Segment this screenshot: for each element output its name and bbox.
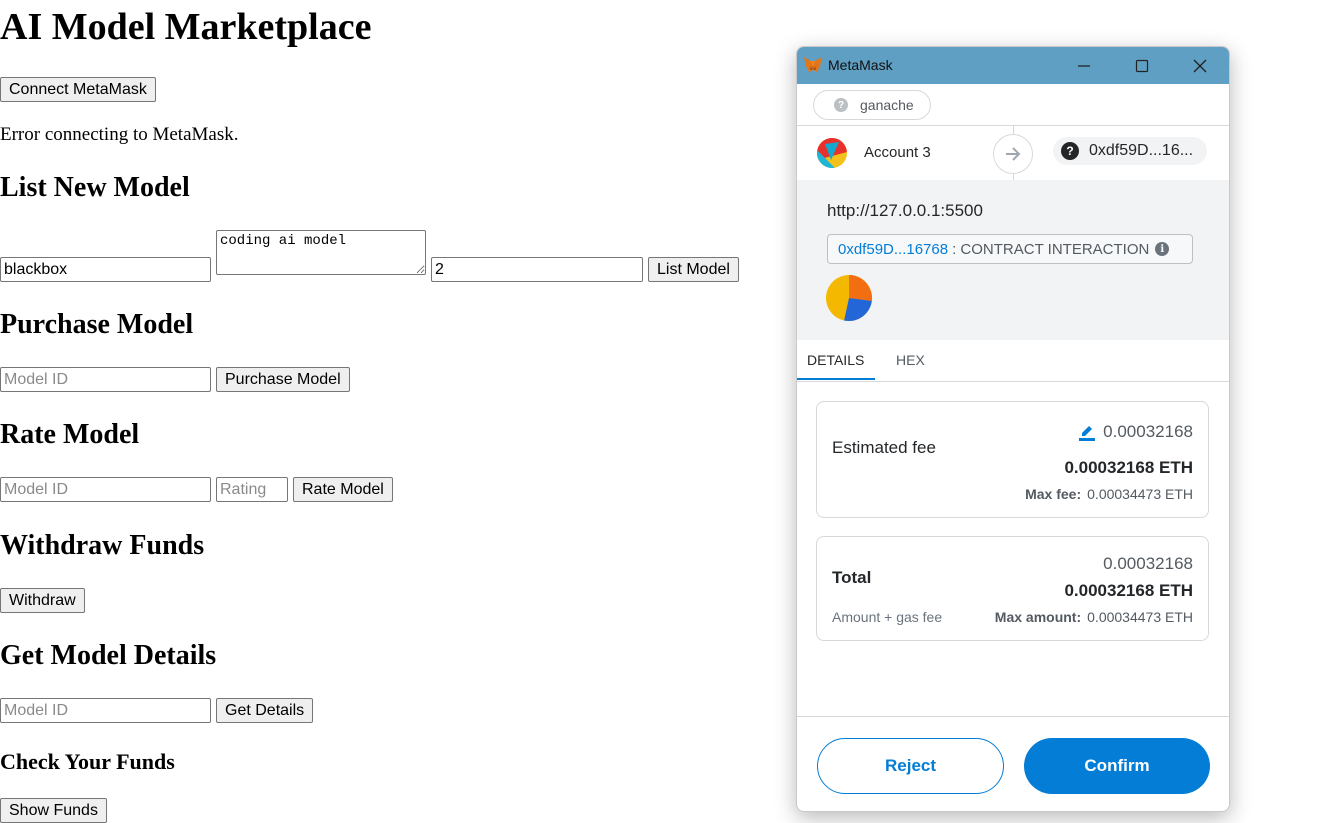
confirm-button[interactable]: Confirm (1024, 738, 1210, 794)
list-model-heading: List New Model (0, 172, 190, 203)
close-icon[interactable] (1180, 52, 1220, 80)
max-fee: Max fee: 0.00034473 ETH (1025, 486, 1193, 502)
account-avatar (817, 138, 847, 168)
metamask-popup: MetaMask ? ganache Account 3 ? 0xdf59D..… (796, 46, 1230, 812)
purchase-model-heading: Purchase Model (0, 309, 194, 340)
recipient-address[interactable]: ? 0xdf59D...16... (1053, 137, 1208, 165)
contract-interaction-pill[interactable]: 0xdf59D...16768 : CONTRACT INTERACTION i (827, 234, 1193, 264)
window-title: MetaMask (828, 57, 893, 73)
get-details-button[interactable]: Get Details (216, 698, 314, 723)
max-amount-value: 0.00034473 ETH (1087, 609, 1193, 625)
question-icon: ? (1061, 142, 1079, 160)
withdraw-funds-heading: Withdraw Funds (0, 530, 205, 561)
window-titlebar[interactable]: MetaMask (797, 47, 1229, 84)
reject-button[interactable]: Reject (817, 738, 1004, 794)
total-primary: 0.00032168 ETH (1064, 581, 1193, 600)
contract-avatar (826, 275, 872, 321)
action-footer: Reject Confirm (797, 716, 1229, 811)
network-name: ganache (860, 97, 914, 113)
total-secondary: 0.00032168 (1103, 554, 1193, 573)
metamask-fox-icon (804, 57, 822, 72)
account-name: Account 3 (864, 144, 931, 161)
show-funds-button[interactable]: Show Funds (0, 798, 107, 823)
connect-metamask-button[interactable]: Connect MetaMask (0, 77, 156, 102)
arrow-right-icon (993, 134, 1033, 174)
model-description-textarea[interactable]: coding ai model (216, 230, 426, 275)
estimated-fee-card: Estimated fee 0.00032168 0.00032168 ETH … (816, 401, 1209, 518)
details-model-id-input[interactable] (0, 698, 211, 723)
rating-input[interactable] (216, 477, 288, 502)
withdraw-button[interactable]: Withdraw (0, 588, 85, 613)
rate-model-button[interactable]: Rate Model (293, 477, 393, 502)
max-fee-value: 0.00034473 ETH (1087, 486, 1193, 502)
question-icon: ? (834, 98, 848, 112)
transaction-origin-area: http://127.0.0.1:5500 0xdf59D...16768 : … (797, 180, 1229, 340)
estimated-fee-label: Estimated fee (832, 438, 936, 457)
estimated-fee-secondary: 0.00032168 (1079, 422, 1193, 442)
tab-details[interactable]: DETAILS (807, 352, 864, 368)
model-name-input[interactable] (0, 257, 211, 282)
edit-icon[interactable] (1079, 425, 1096, 441)
tab-hex[interactable]: HEX (896, 352, 925, 368)
recipient-address-text: 0xdf59D...16... (1089, 142, 1194, 159)
total-card: Total Amount + gas fee 0.00032168 0.0003… (816, 536, 1209, 641)
max-amount-label: Max amount: (994, 609, 1082, 625)
total-sublabel: Amount + gas fee (832, 609, 943, 625)
estimated-fee-secondary-value: 0.00032168 (1103, 422, 1193, 441)
purchase-model-id-input[interactable] (0, 367, 211, 392)
purchase-model-button[interactable]: Purchase Model (216, 367, 350, 392)
page-title: AI Model Marketplace (0, 6, 372, 48)
estimated-fee-primary: 0.00032168 ETH (1064, 458, 1193, 477)
info-icon[interactable]: i (1155, 242, 1170, 256)
get-model-details-heading: Get Model Details (0, 640, 217, 671)
minimize-icon[interactable] (1064, 52, 1104, 80)
rate-model-id-input[interactable] (0, 477, 211, 502)
active-tab-indicator (797, 378, 875, 380)
max-fee-label: Max fee: (1025, 486, 1082, 502)
max-amount: Max amount: 0.00034473 ETH (995, 609, 1193, 625)
contract-address[interactable]: 0xdf59D...16768 (838, 241, 948, 258)
origin-url: http://127.0.0.1:5500 (827, 201, 983, 220)
error-message: Error connecting to MetaMask. (0, 124, 239, 145)
account-row: Account 3 ? 0xdf59D...16... (797, 125, 1229, 181)
network-selector[interactable]: ? ganache (813, 90, 931, 120)
details-tabs: DETAILS HEX (797, 340, 1229, 382)
maximize-icon[interactable] (1122, 52, 1162, 80)
rate-model-heading: Rate Model (0, 419, 140, 450)
check-funds-heading: Check Your Funds (0, 749, 175, 774)
model-price-input[interactable] (431, 257, 643, 282)
marketplace-page: AI Model Marketplace Connect MetaMask Er… (0, 0, 780, 823)
contract-label: : CONTRACT INTERACTION (952, 240, 1150, 258)
list-model-button[interactable]: List Model (648, 257, 739, 282)
total-label: Total (832, 568, 872, 587)
